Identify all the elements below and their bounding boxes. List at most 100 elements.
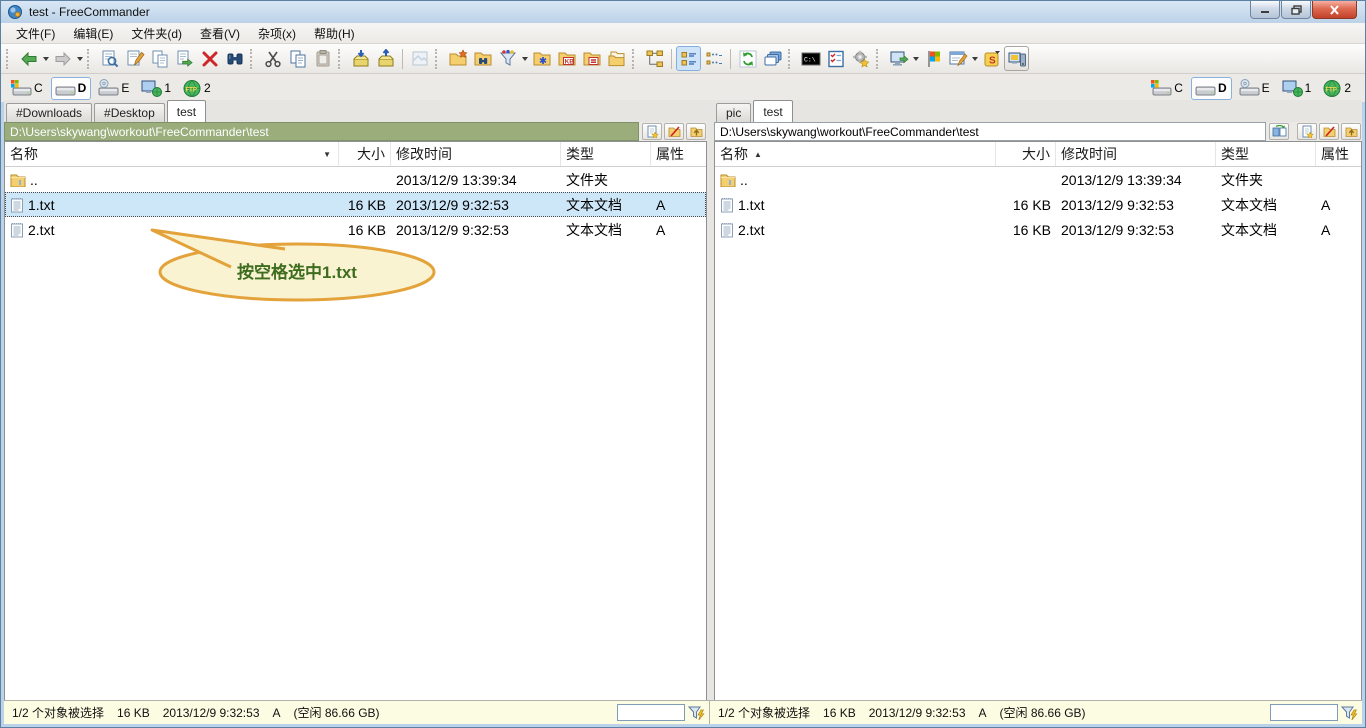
file-row-2txt[interactable]: 2.txt 16 KB 2013/12/9 9:32:53 文本文档 A <box>5 217 706 242</box>
network-drive-1-button[interactable]: 1 <box>1278 77 1317 100</box>
sync-folders-button[interactable] <box>1269 123 1289 140</box>
toolbar-grip[interactable] <box>6 48 11 69</box>
toolbar-grip[interactable] <box>87 48 92 69</box>
column-header-modified[interactable]: 修改时间 <box>1056 142 1216 166</box>
my-computer-button[interactable] <box>1004 46 1029 71</box>
filter-input[interactable] <box>617 704 685 721</box>
drive-d-button[interactable]: D <box>1190 76 1232 100</box>
minimize-button[interactable] <box>1250 1 1280 19</box>
quick-filter-icon[interactable] <box>1341 705 1358 721</box>
tab-downloads[interactable]: #Downloads <box>6 103 93 122</box>
file-row-parent[interactable]: .. 2013/12/9 13:39:34 文件夹 <box>715 167 1361 192</box>
tab-test-right[interactable]: test <box>753 100 793 122</box>
folder-compare-button[interactable] <box>579 46 604 71</box>
file-row-parent[interactable]: .. 2013/12/9 13:39:34 文件夹 <box>5 167 706 192</box>
quick-filter-icon[interactable] <box>688 705 705 721</box>
forward-history-dropdown[interactable] <box>75 46 84 71</box>
drive-e-button[interactable]: E <box>94 77 134 100</box>
pack-button[interactable] <box>348 46 373 71</box>
menu-file[interactable]: 文件(F) <box>7 23 64 44</box>
close-button[interactable] <box>1312 1 1357 19</box>
unpack-button[interactable] <box>373 46 398 71</box>
drive-c-button[interactable]: C <box>7 77 48 100</box>
up-level-button[interactable] <box>1341 123 1361 140</box>
pane-splitter[interactable] <box>707 100 714 701</box>
copy-file-button[interactable] <box>147 46 172 71</box>
search-folder-button[interactable] <box>470 46 495 71</box>
column-header-modified[interactable]: 修改时间 <box>391 142 561 166</box>
startup-button[interactable] <box>920 46 945 71</box>
ftp-2-button[interactable]: FTP 2 <box>1319 77 1356 100</box>
forward-button[interactable] <box>50 46 75 71</box>
delete-button[interactable] <box>197 46 222 71</box>
network-drive-1-button[interactable]: 1 <box>137 77 176 100</box>
search-button[interactable] <box>222 46 247 71</box>
menu-edit[interactable]: 编辑(E) <box>64 23 122 44</box>
filter-input[interactable] <box>1270 704 1338 721</box>
new-folder-button[interactable] <box>445 46 470 71</box>
tab-pic[interactable]: pic <box>716 103 752 122</box>
left-path-bar[interactable]: D:\Users\skywang\workout\FreeCommander\t… <box>4 122 639 141</box>
drive-e-button[interactable]: E <box>1235 77 1275 100</box>
drive-c-button[interactable]: C <box>1147 77 1188 100</box>
refresh-button[interactable] <box>735 46 760 71</box>
restore-button[interactable] <box>1281 1 1311 19</box>
folder-size-button[interactable]: KB <box>554 46 579 71</box>
column-header-type[interactable]: 类型 <box>1216 142 1316 166</box>
select-files-button[interactable] <box>823 46 848 71</box>
toolbar-grip[interactable] <box>435 48 440 69</box>
list-view-button[interactable] <box>676 46 701 71</box>
column-header-name[interactable]: 名称 ▲ <box>715 142 996 166</box>
column-header-type[interactable]: 类型 <box>561 142 651 166</box>
editor-button[interactable] <box>945 46 970 71</box>
filter-button[interactable] <box>495 46 520 71</box>
menu-help[interactable]: 帮助(H) <box>305 23 364 44</box>
copy-folder-button[interactable] <box>604 46 629 71</box>
edit-file-button[interactable] <box>122 46 147 71</box>
editor-dropdown[interactable] <box>970 46 979 71</box>
tab-desktop[interactable]: #Desktop <box>94 103 165 122</box>
file-row-1txt[interactable]: 1.txt 16 KB 2013/12/9 9:32:53 文本文档 A <box>715 192 1361 217</box>
command-line-button[interactable]: C:\ <box>798 46 823 71</box>
column-header-attr[interactable]: 属性 <box>651 142 706 166</box>
up-level-button[interactable] <box>686 123 706 140</box>
settings-button[interactable] <box>848 46 873 71</box>
new-file-button[interactable] <box>642 123 662 140</box>
column-header-size[interactable]: 大小 <box>996 142 1056 166</box>
move-file-button[interactable] <box>172 46 197 71</box>
cut-button[interactable] <box>260 46 285 71</box>
drive-d-button[interactable]: D <box>50 76 92 100</box>
folder-favorite-button[interactable] <box>529 46 554 71</box>
file-row-1txt[interactable]: 1.txt 16 KB 2013/12/9 9:32:53 文本文档 A <box>5 192 706 217</box>
tree-view-button[interactable] <box>642 46 667 71</box>
toolbar-grip[interactable] <box>250 48 255 69</box>
view-file-button[interactable] <box>97 46 122 71</box>
toolbar-grip[interactable] <box>876 48 881 69</box>
send-to-screen-dropdown[interactable] <box>911 46 920 71</box>
goto-root-button[interactable] <box>664 123 684 140</box>
toolbar-grip[interactable] <box>788 48 793 69</box>
column-header-size[interactable]: 大小 <box>339 142 391 166</box>
back-history-dropdown[interactable] <box>41 46 50 71</box>
back-button[interactable] <box>16 46 41 71</box>
right-path-bar[interactable]: D:\Users\skywang\workout\FreeCommander\t… <box>714 122 1266 141</box>
paste-button[interactable] <box>310 46 335 71</box>
new-file-button[interactable] <box>1297 123 1317 140</box>
toolbar-grip[interactable] <box>632 48 637 69</box>
filter-dropdown[interactable] <box>520 46 529 71</box>
ftp-2-button[interactable]: FTP 2 <box>179 77 216 100</box>
column-header-attr[interactable]: 属性 <box>1316 142 1361 166</box>
quick-view-button[interactable] <box>407 46 432 71</box>
file-row-2txt[interactable]: 2.txt 16 KB 2013/12/9 9:32:53 文本文档 A <box>715 217 1361 242</box>
goto-root-button[interactable] <box>1319 123 1339 140</box>
details-view-button[interactable] <box>701 46 726 71</box>
toolbar-grip[interactable] <box>338 48 343 69</box>
folder-tabs-button[interactable] <box>760 46 785 71</box>
menu-folder[interactable]: 文件夹(d) <box>122 23 191 44</box>
menu-view[interactable]: 查看(V) <box>191 23 249 44</box>
send-to-screen-button[interactable] <box>886 46 911 71</box>
tab-test-left[interactable]: test <box>166 100 207 122</box>
scheduler-button[interactable]: S <box>979 46 1004 71</box>
copy-button[interactable] <box>285 46 310 71</box>
menu-extras[interactable]: 杂项(x) <box>249 23 305 44</box>
